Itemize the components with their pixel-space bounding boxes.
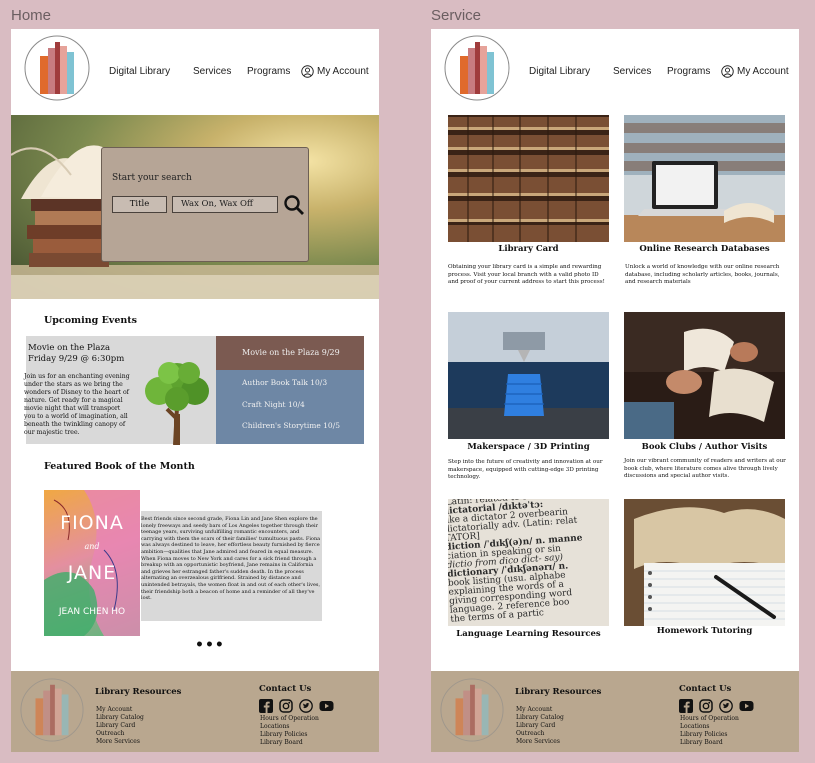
language-learning-image[interactable]: (Latin: related to scr dictatorial /dɪkt… xyxy=(448,499,609,626)
nav-digital-library[interactable]: Digital Library xyxy=(109,66,170,77)
my-account-label: My Account xyxy=(317,66,369,77)
footer-link[interactable]: My Account xyxy=(516,706,552,713)
service-title-homework-tutoring[interactable]: Homework Tutoring xyxy=(624,626,785,636)
search-input[interactable]: Wax On, Wax Off xyxy=(172,196,278,213)
event-feature-title: Movie on the Plaza xyxy=(28,343,111,353)
service-frame-label: Service xyxy=(431,7,482,24)
twitter-icon[interactable] xyxy=(719,699,733,713)
footer-link[interactable]: Library Policies xyxy=(680,731,728,738)
footer-link[interactable]: Outreach xyxy=(96,730,124,737)
search-icon[interactable] xyxy=(283,194,305,216)
site-footer: Library Resources My Account Library Cat… xyxy=(11,671,379,752)
event-feature-date: Friday 9/29 @ 6:30pm xyxy=(28,354,125,364)
service-desc-makerspace: Step into the future of creativity and i… xyxy=(448,459,603,481)
nav-my-account[interactable]: My Account xyxy=(721,65,789,78)
footer-logo xyxy=(440,678,504,742)
search-type-select[interactable]: Title xyxy=(112,196,167,213)
site-header: Digital Library Services Programs My Acc… xyxy=(431,29,799,115)
cover-author: JEAN CHEN HO xyxy=(58,607,126,617)
footer-logo xyxy=(20,678,84,742)
service-page: Digital Library Services Programs My Acc… xyxy=(431,29,799,752)
footer-resources-title: Library Resources xyxy=(515,687,602,697)
featured-book-cover[interactable]: FIONA and JANE JEAN CHEN HO xyxy=(44,490,140,636)
site-header: Digital Library Services Programs My Acc… xyxy=(11,29,379,115)
nav-my-account[interactable]: My Account xyxy=(301,65,369,78)
footer-link[interactable]: Library Policies xyxy=(260,731,308,738)
footer-link[interactable]: Library Board xyxy=(260,739,303,746)
event-feature-description: Join us for an enchanting evening under … xyxy=(24,373,130,436)
service-title-language-learning[interactable]: Language Learning Resources xyxy=(448,629,609,639)
footer-link[interactable]: Locations xyxy=(680,723,709,730)
instagram-icon[interactable] xyxy=(699,699,713,713)
footer-link[interactable]: Library Catalog xyxy=(96,714,144,721)
facebook-icon[interactable] xyxy=(259,699,273,713)
nav-digital-library[interactable]: Digital Library xyxy=(529,66,590,77)
event-list-item[interactable]: Children's Storytime 10/5 xyxy=(242,421,340,430)
service-title-online-research[interactable]: Online Research Databases xyxy=(624,244,785,254)
nav-programs[interactable]: Programs xyxy=(247,66,290,77)
account-icon xyxy=(301,65,314,78)
nav-programs[interactable]: Programs xyxy=(667,66,710,77)
event-list-item[interactable]: Craft Night 10/4 xyxy=(242,400,305,409)
featured-book-heading: Featured Book of the Month xyxy=(44,461,195,472)
footer-contact-title: Contact Us xyxy=(259,684,312,694)
youtube-icon[interactable] xyxy=(739,700,754,712)
footer-contact-title: Contact Us xyxy=(679,684,732,694)
youtube-icon[interactable] xyxy=(319,700,334,712)
my-account-label: My Account xyxy=(737,66,789,77)
footer-link[interactable]: Library Catalog xyxy=(516,714,564,721)
library-card-image[interactable] xyxy=(448,115,609,242)
upcoming-events-heading: Upcoming Events xyxy=(44,315,138,326)
featured-book-summary: Best friends since second grade, Fiona L… xyxy=(141,511,322,621)
social-icons xyxy=(259,699,334,713)
footer-link[interactable]: My Account xyxy=(96,706,132,713)
footer-link[interactable]: Library Board xyxy=(680,739,723,746)
makerspace-image[interactable] xyxy=(448,312,609,439)
cover-title-1: FIONA xyxy=(60,512,124,534)
event-list-item[interactable]: Author Book Talk 10/3 xyxy=(242,378,327,387)
hero-banner: Start your search Title Wax On, Wax Off xyxy=(11,115,379,299)
instagram-icon[interactable] xyxy=(279,699,293,713)
service-desc-book-clubs: Join our vibrant community of readers an… xyxy=(624,458,786,480)
twitter-icon[interactable] xyxy=(299,699,313,713)
footer-link[interactable]: Library Card xyxy=(516,722,555,729)
footer-link[interactable]: Locations xyxy=(260,723,289,730)
tree-image xyxy=(145,362,209,445)
footer-link[interactable]: Library Card xyxy=(96,722,135,729)
homework-tutoring-image[interactable] xyxy=(624,499,785,626)
library-logo[interactable] xyxy=(23,34,91,102)
service-title-book-clubs[interactable]: Book Clubs / Author Visits xyxy=(624,442,785,452)
account-icon xyxy=(721,65,734,78)
search-label: Start your search xyxy=(112,173,192,183)
footer-resources-title: Library Resources xyxy=(95,687,182,697)
nav-services[interactable]: Services xyxy=(613,66,651,77)
library-logo[interactable] xyxy=(443,34,511,102)
social-icons xyxy=(679,699,754,713)
facebook-icon[interactable] xyxy=(679,699,693,713)
footer-link[interactable]: Outreach xyxy=(516,730,544,737)
more-button[interactable]: ••• xyxy=(195,637,225,653)
cover-and: and xyxy=(84,542,100,551)
online-research-image[interactable] xyxy=(624,115,785,242)
book-clubs-image[interactable] xyxy=(624,312,785,439)
nav-services[interactable]: Services xyxy=(193,66,231,77)
home-page: Digital Library Services Programs My Acc… xyxy=(11,29,379,752)
cover-title-2: JANE xyxy=(67,562,117,584)
search-panel: Start your search Title Wax On, Wax Off xyxy=(101,147,309,262)
site-footer: Library Resources My Account Library Cat… xyxy=(431,671,799,752)
service-title-library-card[interactable]: Library Card xyxy=(448,244,609,254)
service-title-makerspace[interactable]: Makerspace / 3D Printing xyxy=(448,442,609,452)
footer-link[interactable]: More Services xyxy=(96,738,140,745)
footer-link[interactable]: More Services xyxy=(516,738,560,745)
service-desc-online-research: Unlock a world of knowledge with our onl… xyxy=(625,264,780,286)
event-list-item-active[interactable]: Movie on the Plaza 9/29 xyxy=(216,336,364,370)
home-frame-label: Home xyxy=(11,7,52,24)
footer-link[interactable]: Hours of Operation xyxy=(260,715,319,722)
service-desc-library-card: Obtaining your library card is a simple … xyxy=(448,264,605,286)
footer-link[interactable]: Hours of Operation xyxy=(680,715,739,722)
